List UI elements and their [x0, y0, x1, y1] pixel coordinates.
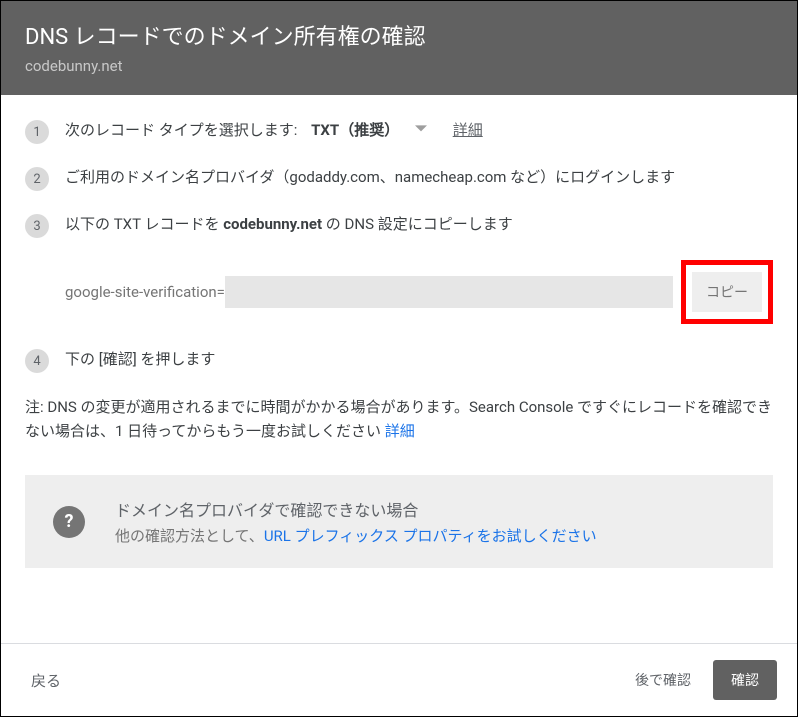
- detail-link[interactable]: 詳細: [453, 121, 483, 139]
- step-1-text: 次のレコード タイプを選択します: TXT（推奨） 詳細: [65, 119, 773, 143]
- copy-button[interactable]: コピー: [692, 272, 762, 312]
- copy-button-highlight: コピー: [681, 260, 773, 324]
- step-3-domain: codebunny.net: [223, 215, 322, 233]
- info-pre: 他の確認方法として、: [115, 527, 264, 545]
- info-content: ドメイン名プロバイダで確認できない場合 他の確認方法として、URL プレフィック…: [115, 497, 745, 546]
- verify-domain-dialog: DNS レコードでのドメイン所有権の確認 codebunny.net 1 次のレ…: [0, 0, 798, 717]
- step-1-prefix: 次のレコード タイプを選択します:: [65, 121, 297, 139]
- note-detail-link[interactable]: 詳細: [385, 422, 415, 440]
- step-3: 3 以下の TXT レコードを codebunny.net の DNS 設定にコ…: [25, 213, 773, 238]
- info-text: 他の確認方法として、URL プレフィックス プロパティをお試しください: [115, 525, 745, 546]
- step-number-badge: 3: [25, 214, 49, 238]
- dialog-footer: 戻る 後で確認 確認: [1, 643, 797, 716]
- txt-record-row: google-site-verification= コピー: [65, 260, 773, 324]
- step-1: 1 次のレコード タイプを選択します: TXT（推奨） 詳細: [25, 119, 773, 144]
- step-3-post: の DNS 設定にコピーします: [322, 215, 513, 233]
- info-title: ドメイン名プロバイダで確認できない場合: [115, 497, 745, 521]
- step-number-badge: 1: [25, 120, 49, 144]
- step-4: 4 下の [確認] を押します: [25, 348, 773, 373]
- help-icon: ?: [53, 506, 85, 538]
- dialog-content: 1 次のレコード タイプを選択します: TXT（推奨） 詳細 2 ご利用のドメイ…: [1, 95, 797, 643]
- record-type-dropdown[interactable]: TXT（推奨）: [311, 121, 399, 139]
- dialog-header: DNS レコードでのドメイン所有権の確認 codebunny.net: [1, 1, 797, 95]
- txt-record-prefix: google-site-verification=: [65, 283, 225, 301]
- step-number-badge: 4: [25, 349, 49, 373]
- dns-note: 注: DNS の変更が適用されるまでに時間がかかる場合があります。Search …: [25, 395, 773, 443]
- step-4-text: 下の [確認] を押します: [65, 348, 773, 371]
- dialog-title: DNS レコードでのドメイン所有権の確認: [25, 19, 773, 51]
- alternative-info-box: ? ドメイン名プロバイダで確認できない場合 他の確認方法として、URL プレフィ…: [25, 475, 773, 568]
- url-prefix-link[interactable]: URL プレフィックス プロパティをお試しください: [264, 527, 597, 545]
- chevron-down-icon[interactable]: [415, 119, 427, 142]
- step-3-text: 以下の TXT レコードを codebunny.net の DNS 設定にコピー…: [65, 213, 773, 236]
- step-2: 2 ご利用のドメイン名プロバイダ（godaddy.com、namecheap.c…: [25, 166, 773, 191]
- step-3-pre: 以下の TXT レコードを: [65, 215, 223, 233]
- step-2-text: ご利用のドメイン名プロバイダ（godaddy.com、namecheap.com…: [65, 166, 773, 189]
- txt-record-value-input[interactable]: [225, 276, 673, 308]
- verify-button[interactable]: 確認: [713, 660, 777, 700]
- dialog-subtitle: codebunny.net: [25, 57, 773, 75]
- step-number-badge: 2: [25, 167, 49, 191]
- verify-later-button[interactable]: 後で確認: [621, 662, 705, 698]
- back-button[interactable]: 戻る: [21, 662, 71, 699]
